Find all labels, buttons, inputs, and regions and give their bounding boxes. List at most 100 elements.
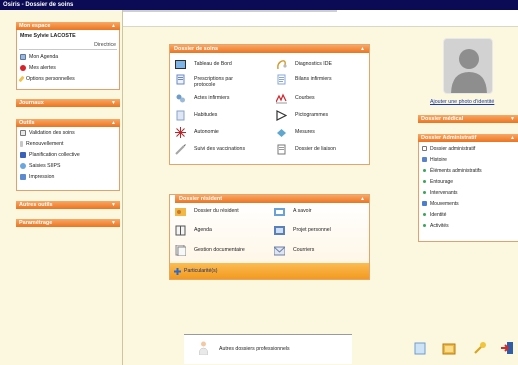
info-icon <box>274 208 285 216</box>
soins-item-diagnostics-ide[interactable]: Diagnostics IDE <box>276 60 366 70</box>
syringe-icon <box>20 140 23 147</box>
window-title: Osiris - Dossier de soins <box>3 2 74 8</box>
sidebar-item-siips[interactable]: Saisies SIIPS <box>20 162 60 171</box>
sidebar-item-alertes[interactable]: Mes alertes <box>20 64 56 73</box>
mon-espace-body: Mme Sylvie LACOSTE Directrice Mon Agenda… <box>16 30 120 90</box>
sidebar-item-options[interactable]: Options personnelles <box>18 75 75 84</box>
autonomy-icon <box>175 127 186 138</box>
resident-item-a-savoir[interactable]: A savoir <box>274 208 364 217</box>
resident-item-dossier[interactable]: Dossier du résident <box>175 208 265 217</box>
autres-outils-header[interactable]: Autres outils ▼ <box>16 201 120 209</box>
dossier-medical-header[interactable]: Dossier médical ▼ <box>418 115 518 123</box>
admin-item-identite[interactable]: Identité <box>422 211 446 219</box>
habits-icon <box>176 110 185 121</box>
avatar-placeholder-icon <box>451 49 487 93</box>
checklist-icon <box>20 129 26 136</box>
chevron-up-icon: ▲ <box>360 196 365 202</box>
soins-item-autonomie[interactable]: Autonomie <box>175 127 265 138</box>
soins-item-actes[interactable]: Actes infirmiers <box>175 94 265 104</box>
soins-item-courbes[interactable]: Courbes <box>276 93 366 104</box>
parametrage-header[interactable]: Paramétrage ▼ <box>16 219 120 227</box>
agenda-icon <box>175 225 186 236</box>
mon-espace-header[interactable]: Mon espace ▲ <box>16 22 120 30</box>
chevron-up-icon: ▲ <box>510 135 515 141</box>
resident-item-agenda[interactable]: Agenda <box>175 225 265 236</box>
dossier-administratif-header[interactable]: Dossier Administratif ▲ <box>418 134 518 142</box>
movements-icon <box>422 201 427 207</box>
grid-icon <box>20 151 26 158</box>
chevron-up-icon: ▲ <box>111 23 116 29</box>
autres-dossiers-label: Autres dossiers professionnels <box>219 346 290 352</box>
bullet-icon <box>423 169 426 173</box>
soins-item-habitudes[interactable]: Habitudes <box>175 110 265 121</box>
admin-item-mouvements[interactable]: Mouvements <box>422 200 459 208</box>
globe-icon <box>20 162 26 169</box>
document-icon <box>422 146 427 152</box>
printer-icon <box>20 173 26 180</box>
alert-icon <box>20 64 26 71</box>
dashboard-icon <box>175 60 186 69</box>
nurse-icon <box>176 94 185 103</box>
outils-header[interactable]: Outils ▲ <box>16 119 120 127</box>
journaux-header[interactable]: Journaux ▼ <box>16 99 120 107</box>
soins-item-bilans[interactable]: Bilans infirmiers <box>276 74 366 85</box>
admin-item-histoire[interactable]: Histoire <box>422 156 447 164</box>
bullet-icon <box>423 224 426 228</box>
folder-icon[interactable] <box>442 341 456 355</box>
resident-photo <box>443 38 493 94</box>
admin-item-dossier[interactable]: Dossier administratif <box>422 145 475 153</box>
particularites-bar[interactable]: Particularité(s) <box>170 263 369 279</box>
user-role: Directrice <box>94 42 116 48</box>
plus-icon <box>174 268 181 275</box>
bullet-icon <box>423 180 426 184</box>
resident-item-projet[interactable]: Projet personnel <box>274 226 364 236</box>
admin-item-elements[interactable]: Éléments administratifs <box>422 167 482 175</box>
dossier-administratif-body: Dossier administratif Histoire Éléments … <box>418 142 518 242</box>
curve-icon <box>276 93 287 104</box>
docs-icon <box>175 245 186 256</box>
dossier-resident-panel: Dossier résident ▲ Dossier du résident A… <box>169 194 370 280</box>
soins-item-tableau-de-bord[interactable]: Tableau de Bord <box>175 60 265 70</box>
exit-icon[interactable] <box>500 341 514 355</box>
autres-dossiers-box[interactable]: Autres dossiers professionnels <box>184 334 352 364</box>
admin-item-intervenants[interactable]: Intervenants <box>422 189 458 197</box>
sidebar-item-validation[interactable]: Validation des soins <box>20 129 75 138</box>
dossier-resident-header[interactable]: Dossier résident <box>175 195 253 203</box>
resident-item-gestion[interactable]: Gestion documentaire <box>175 245 265 256</box>
soins-item-mesures[interactable]: Mesures <box>276 129 366 138</box>
key-icon[interactable] <box>473 341 487 355</box>
sidebar-item-planification[interactable]: Planification collective <box>20 151 80 160</box>
soins-item-prescriptions[interactable]: Prescriptions par protocole <box>175 74 265 88</box>
resident-folder-icon <box>175 208 186 216</box>
notes-icon[interactable] <box>413 341 427 355</box>
user-name: Mme Sylvie LACOSTE <box>20 33 76 39</box>
sidebar-item-agenda[interactable]: Mon Agenda <box>20 53 58 62</box>
chevron-down-icon: ▼ <box>111 220 116 226</box>
top-strip <box>123 10 518 27</box>
sidebar-item-impression[interactable]: Impression <box>20 173 54 182</box>
outils-body: Validation des soins Renouvellement Plan… <box>16 127 120 191</box>
left-sidebar: Mon espace ▲ Mme Sylvie LACOSTE Directric… <box>0 10 123 365</box>
calendar-icon <box>20 53 26 60</box>
admin-item-activites[interactable]: Activités <box>422 222 449 230</box>
soins-item-vaccinations[interactable]: Suivi des vaccinations <box>175 144 265 155</box>
history-icon <box>422 157 427 163</box>
folder-link-icon <box>277 144 286 155</box>
window-title-bar: Osiris - Dossier de soins <box>0 0 518 10</box>
chevron-up-icon: ▲ <box>360 46 365 52</box>
dossier-soins-header[interactable]: Dossier de soins ▲ <box>170 45 369 53</box>
chevron-down-icon: ▼ <box>111 100 116 106</box>
add-photo-link[interactable]: Ajouter une photo d'identité <box>430 99 494 105</box>
vaccine-icon <box>175 144 186 155</box>
chevron-up-icon: ▲ <box>111 120 116 126</box>
soins-item-liaison[interactable]: Dossier de liaison <box>276 144 366 155</box>
chevron-down-icon: ▼ <box>111 202 116 208</box>
pencil-icon <box>18 75 25 82</box>
admin-item-entourage[interactable]: Entourage <box>422 178 453 186</box>
bullet-icon <box>423 191 426 195</box>
soins-item-pictogrammes[interactable]: Pictogrammes <box>276 110 366 121</box>
particularites-label: Particularité(s) <box>184 268 218 274</box>
sidebar-item-renouvellement[interactable]: Renouvellement <box>20 140 64 149</box>
person-icon <box>199 341 208 355</box>
resident-item-courriers[interactable]: Courriers <box>274 246 364 256</box>
